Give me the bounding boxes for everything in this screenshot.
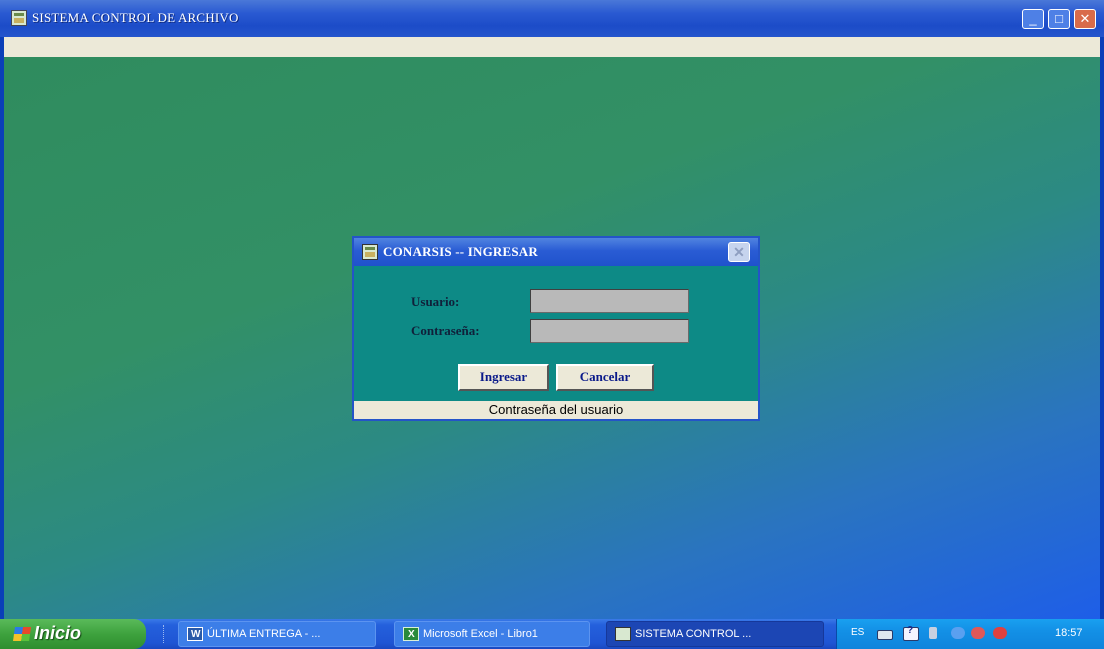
ingresar-button-label: Ingresar xyxy=(479,369,528,384)
cancelar-button[interactable]: Cancelar xyxy=(556,364,654,391)
taskbar: Inicio ÚLTIMA ENTREGA - ... Microsoft Ex… xyxy=(0,619,1104,649)
system-tray: ES 18:57 xyxy=(836,619,1104,649)
taskbar-item-label: Microsoft Excel - Libro1 xyxy=(423,628,538,640)
taskbar-item-label: SISTEMA CONTROL ... xyxy=(635,628,752,640)
antivirus-icon[interactable] xyxy=(993,627,1007,639)
app-icon[interactable] xyxy=(11,10,27,26)
taskbar-item-label: ÚLTIMA ENTREGA - ... xyxy=(207,628,321,640)
username-label: Usuario: xyxy=(411,294,460,309)
close-icon: ✕ xyxy=(733,244,745,260)
password-label: Contraseña: xyxy=(411,323,480,338)
main-window-title: SISTEMA CONTROL DE ARCHIVO xyxy=(32,10,239,25)
start-button[interactable]: Inicio xyxy=(0,619,146,649)
usb-icon[interactable] xyxy=(929,627,937,639)
dialog-title: CONARSIS -- INGRESAR xyxy=(383,244,538,259)
security-icon[interactable] xyxy=(971,627,985,639)
word-icon xyxy=(187,623,203,646)
main-titlebar[interactable]: SISTEMA CONTROL DE ARCHIVO _ □ ✕ xyxy=(0,0,1104,37)
app-icon xyxy=(615,627,631,641)
menubar xyxy=(4,37,1100,57)
dialog-status-bar: Contraseña del usuario xyxy=(354,401,758,419)
start-button-label: Inicio xyxy=(34,623,82,643)
network-icon[interactable] xyxy=(951,627,965,639)
ingresar-button[interactable]: Ingresar xyxy=(458,364,549,391)
language-indicator[interactable]: ES xyxy=(851,627,864,638)
close-icon: ✕ xyxy=(1079,11,1091,26)
dialog-app-icon[interactable] xyxy=(362,244,378,260)
cancelar-button-label: Cancelar xyxy=(579,369,631,384)
clock[interactable]: 18:57 xyxy=(1055,627,1083,639)
taskbar-item-excel[interactable]: Microsoft Excel - Libro1 xyxy=(394,621,590,647)
password-input[interactable] xyxy=(530,319,689,343)
excel-icon xyxy=(403,623,419,646)
dialog-close-button[interactable]: ✕ xyxy=(728,242,750,262)
maximize-icon: □ xyxy=(1055,11,1063,26)
maximize-button[interactable]: □ xyxy=(1048,9,1070,29)
username-input[interactable] xyxy=(530,289,689,313)
login-dialog: CONARSIS -- INGRESAR ✕ Usuario: Contrase… xyxy=(352,236,760,421)
keyboard-icon[interactable] xyxy=(877,630,893,640)
windows-logo-icon xyxy=(13,627,31,641)
help-icon[interactable] xyxy=(903,625,919,641)
minimize-button[interactable]: _ xyxy=(1022,9,1044,29)
taskbar-separator xyxy=(163,625,167,643)
main-window: SISTEMA CONTROL DE ARCHIVO _ □ ✕ CONARSI… xyxy=(0,0,1104,649)
close-button[interactable]: ✕ xyxy=(1074,9,1096,29)
taskbar-item-sistema[interactable]: SISTEMA CONTROL ... xyxy=(606,621,824,647)
taskbar-item-word[interactable]: ÚLTIMA ENTREGA - ... xyxy=(178,621,376,647)
dialog-titlebar[interactable]: CONARSIS -- INGRESAR ✕ xyxy=(354,238,758,266)
minimize-icon: _ xyxy=(1029,11,1037,26)
